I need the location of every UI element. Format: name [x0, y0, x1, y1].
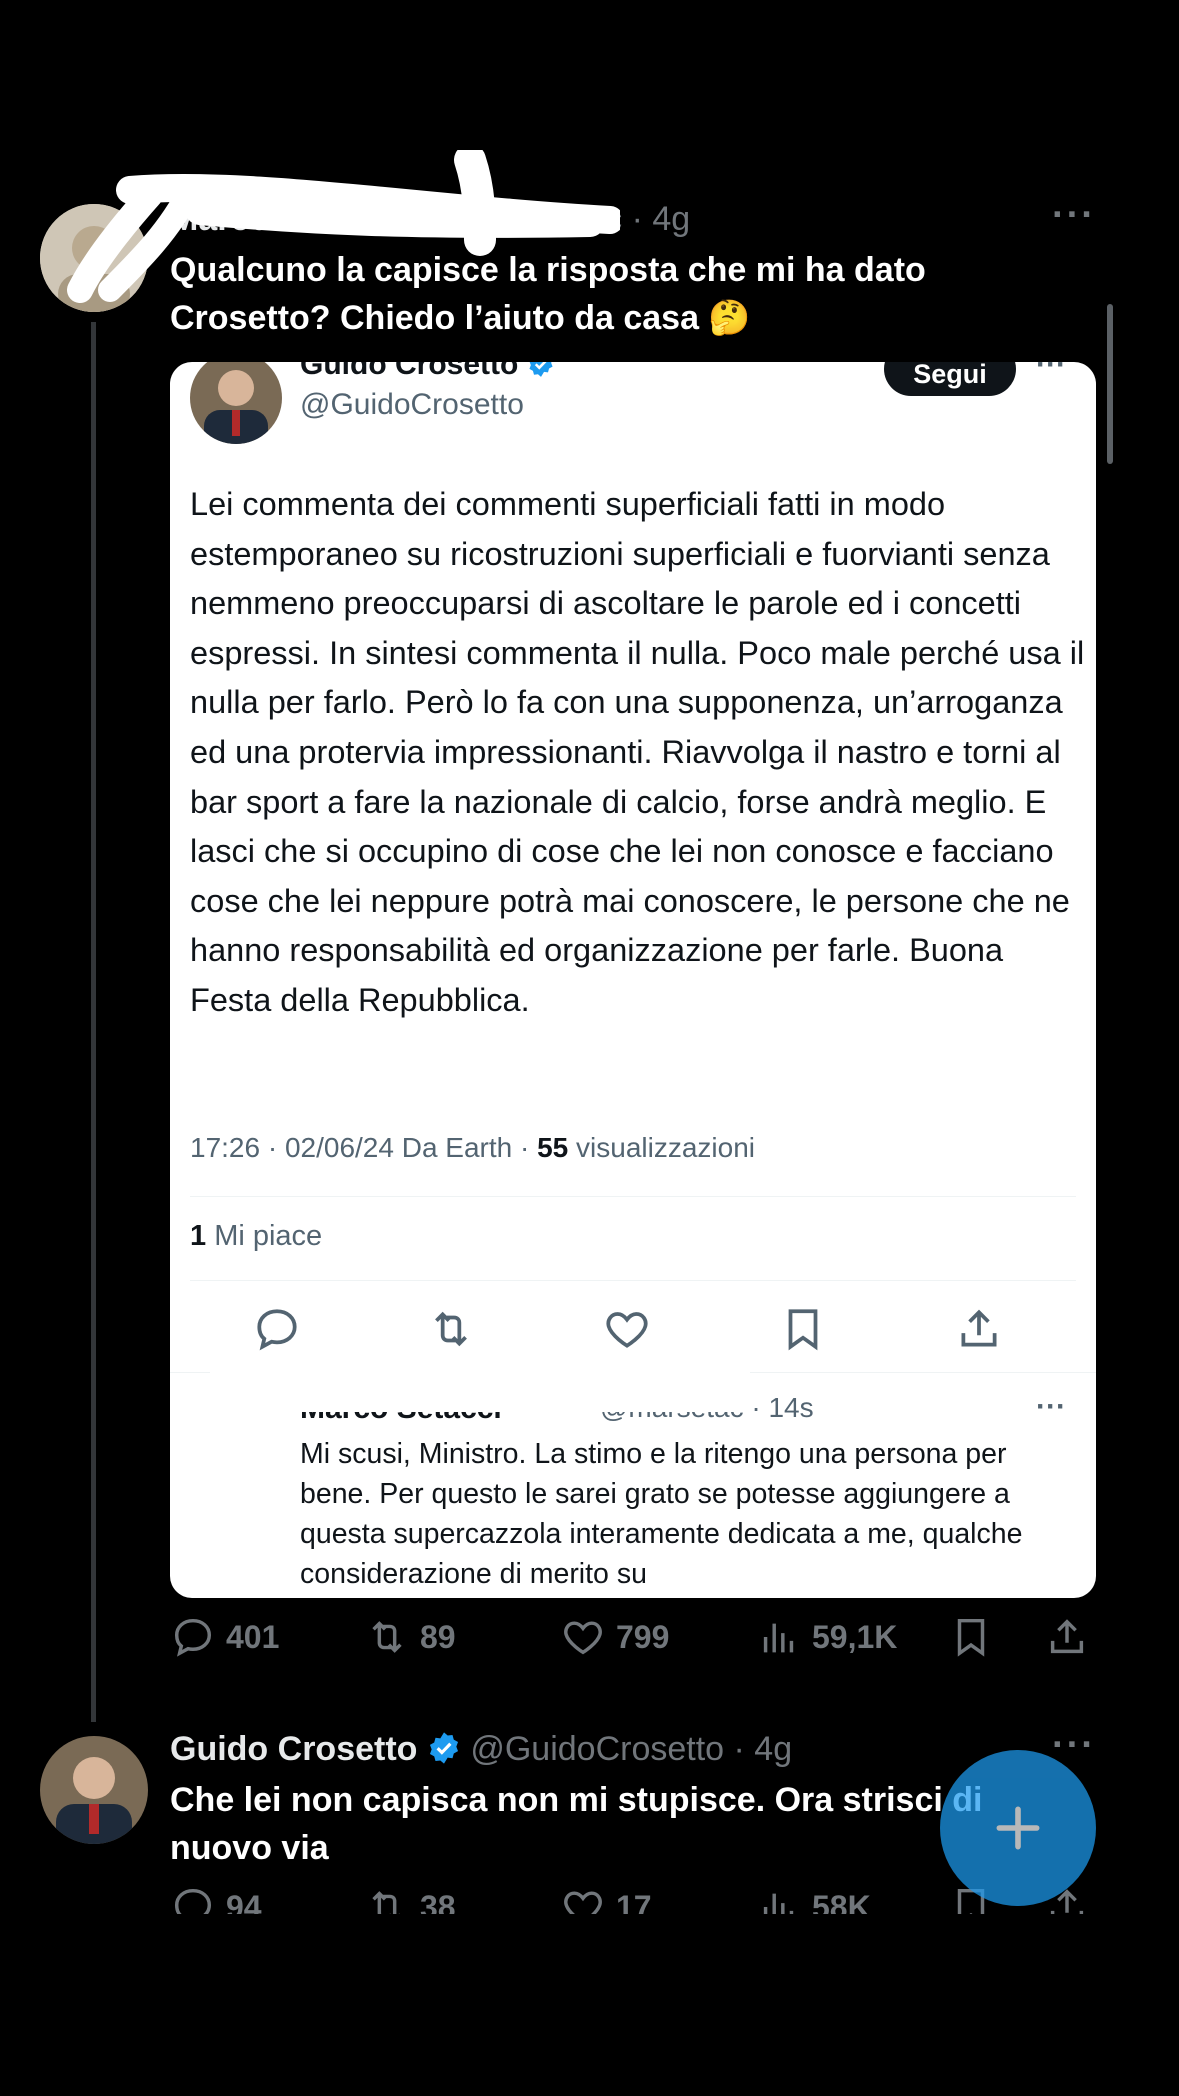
redaction-box — [210, 1362, 750, 1412]
reply-button[interactable]: 94 — [170, 1884, 262, 1914]
scrollbar[interactable] — [1107, 304, 1113, 464]
bookmark-icon[interactable] — [778, 1304, 828, 1354]
bookmark-icon — [957, 1618, 985, 1657]
tweet-action-bar: 401 89 799 59,1K — [170, 1614, 1100, 1674]
follow-button[interactable]: Segui — [884, 362, 1016, 396]
tweet-action-bar: 94 38 17 58K — [170, 1884, 1100, 1914]
share-icon — [1050, 1619, 1084, 1654]
more-options-icon[interactable]: ··· — [1036, 362, 1066, 382]
bookmark-button[interactable] — [948, 1614, 994, 1660]
retweet-button[interactable]: 38 — [364, 1884, 456, 1914]
embedded-author-name: Guido Crosetto — [300, 362, 555, 382]
share-button[interactable] — [1044, 1614, 1090, 1660]
like-icon — [564, 1621, 602, 1655]
embedded-handle: @GuidoCrosetto — [300, 388, 524, 421]
embedded-likes: 1 Mi piace — [190, 1220, 323, 1252]
like-icon — [564, 1891, 602, 1914]
compose-button[interactable] — [940, 1750, 1096, 1906]
tweet-text: Che lei non capisca non mi stupisce. Ora… — [170, 1781, 983, 1867]
views-icon — [763, 1893, 794, 1914]
embedded-tweet-body: Lei commenta dei commenti superficiali f… — [190, 486, 1085, 1018]
display-name[interactable]: Guido Crosetto — [170, 1730, 417, 1768]
avatar-crosetto — [190, 362, 282, 444]
more-options-icon[interactable]: ··· — [1036, 1390, 1066, 1424]
retweet-icon — [372, 1891, 400, 1914]
avatar-crosetto[interactable] — [40, 1736, 148, 1844]
reply-text: Mi scusi, Ministro. La stimo e la riteng… — [300, 1438, 1023, 1590]
reply-icon — [174, 1618, 212, 1657]
views-button[interactable]: 59,1K — [756, 1614, 897, 1660]
retweet-icon — [372, 1621, 402, 1653]
redaction-box — [520, 1404, 600, 1434]
tweet-text: Qualcuno la capisce la risposta che mi h… — [170, 251, 926, 337]
verified-badge-icon — [429, 1732, 458, 1764]
reply-button[interactable]: 401 — [170, 1614, 279, 1660]
retweet-icon[interactable] — [426, 1304, 476, 1354]
share-icon[interactable] — [954, 1304, 1004, 1354]
verified-badge-icon — [529, 362, 553, 377]
reply-icon[interactable] — [252, 1304, 302, 1354]
like-button[interactable]: 17 — [560, 1884, 652, 1914]
reply-icon — [174, 1888, 212, 1914]
like-button[interactable]: 799 — [560, 1614, 669, 1660]
divider — [190, 1196, 1076, 1197]
like-icon[interactable] — [602, 1304, 652, 1354]
views-icon — [763, 1623, 794, 1653]
divider — [190, 1280, 1076, 1281]
embedded-screenshot[interactable]: Guido Crosetto @GuidoCrosetto Segui ··· … — [170, 362, 1096, 1598]
embedded-meta: 17:26 · 02/06/24 Da Earth · 55 visualizz… — [190, 1132, 756, 1163]
redaction-box — [170, 1402, 290, 1492]
views-button[interactable]: 58K — [756, 1884, 871, 1914]
more-options-icon[interactable]: ··· — [1052, 194, 1096, 237]
plus-icon — [996, 1806, 1040, 1850]
thread-line — [91, 322, 96, 1722]
handle-time[interactable]: @GuidoCrosetto · 4g — [470, 1730, 792, 1768]
retweet-button[interactable]: 89 — [364, 1614, 456, 1660]
tweet-header: Guido Crosetto @GuidoCrosetto · 4g — [170, 1730, 792, 1769]
